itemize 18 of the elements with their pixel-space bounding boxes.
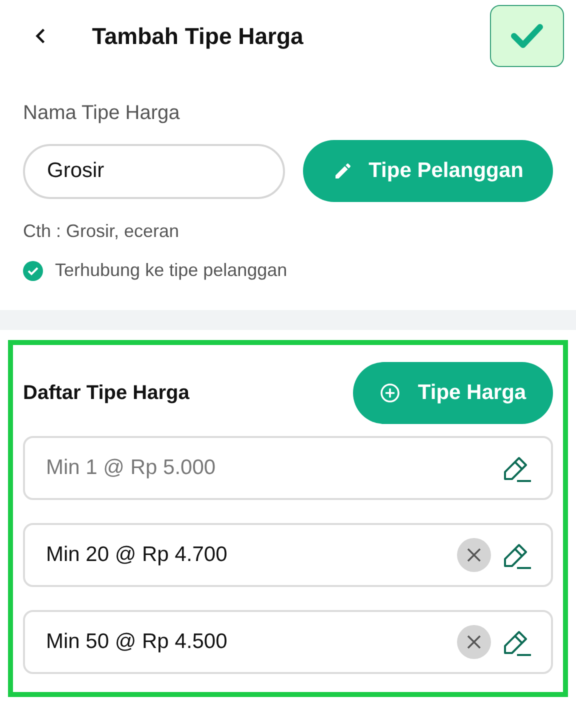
remove-button[interactable]	[457, 538, 491, 572]
hint-text: Cth : Grosir, eceran	[23, 220, 180, 243]
plus-circle-icon	[380, 383, 400, 403]
close-icon	[467, 635, 481, 649]
remove-button[interactable]	[457, 625, 491, 659]
price-row[interactable]: Min 50 @ Rp 4.500	[23, 610, 553, 674]
price-text: Min 1 @ Rp 5.000	[46, 455, 216, 482]
close-icon	[467, 548, 481, 562]
field-label: Nama Tipe Harga	[23, 101, 181, 126]
name-field[interactable]: Grosir	[23, 144, 285, 198]
price-text: Min 20 @ Rp 4.700	[46, 542, 228, 568]
pencil-icon	[332, 161, 353, 181]
price-row[interactable]: Min 20 @ Rp 4.700	[23, 523, 553, 587]
linked-text: Terhubung ke tipe pelanggan	[55, 259, 288, 282]
price-text: Min 50 @ Rp 4.500	[46, 629, 228, 656]
page-title: Tambah Tipe Harga	[92, 22, 304, 51]
save-button[interactable]	[490, 5, 564, 67]
section-title: Daftar Tipe Harga	[23, 381, 190, 406]
